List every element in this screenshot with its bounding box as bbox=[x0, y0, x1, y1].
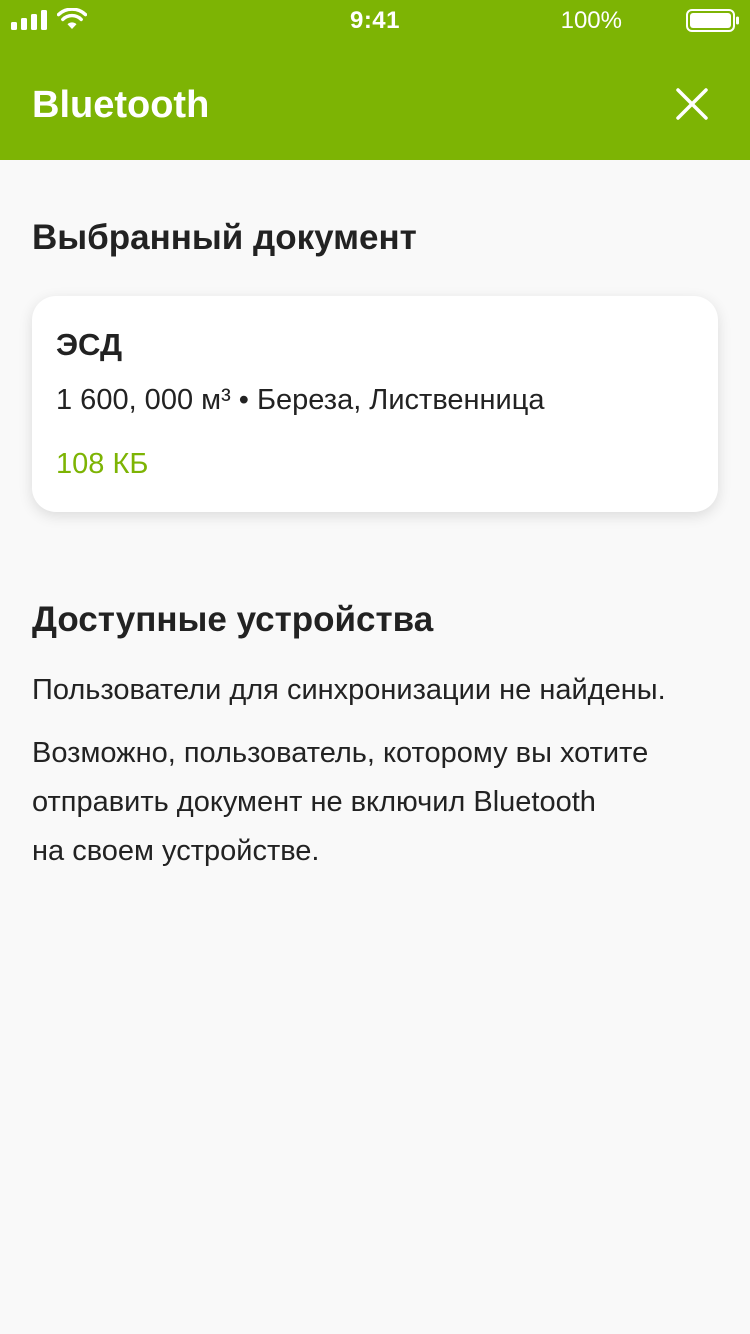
available-devices-heading: Доступные устройства bbox=[32, 600, 434, 639]
page-title: Bluetooth bbox=[32, 84, 210, 126]
bluetooth-hint-message: Возможно, пользователь, которому вы хоти… bbox=[32, 729, 722, 876]
no-users-message: Пользователи для синхронизации не найден… bbox=[32, 674, 666, 706]
selected-document-card[interactable]: ЭСД 1 600, 000 м³ • Береза, Лиственница … bbox=[32, 296, 718, 512]
close-icon bbox=[676, 88, 708, 120]
close-button[interactable] bbox=[664, 76, 720, 132]
status-bar: 9:41 100% bbox=[0, 0, 750, 40]
hint-line: на своем устройстве. bbox=[32, 835, 320, 867]
hint-line: Возможно, пользователь, которому вы хоти… bbox=[32, 737, 649, 769]
document-name: ЭСД bbox=[56, 327, 123, 362]
selected-document-heading: Выбранный документ bbox=[32, 218, 417, 257]
battery-percent: 100% bbox=[560, 7, 622, 34]
battery-icon bbox=[686, 9, 739, 32]
hint-line: отправить документ не включил Bluetooth bbox=[32, 786, 596, 818]
app-header: 9:41 100% Bluetooth bbox=[0, 0, 750, 160]
document-details: 1 600, 000 м³ • Береза, Лиственница bbox=[56, 384, 545, 416]
status-time: 9:41 bbox=[349, 7, 401, 34]
document-size: 108 КБ bbox=[56, 448, 149, 480]
